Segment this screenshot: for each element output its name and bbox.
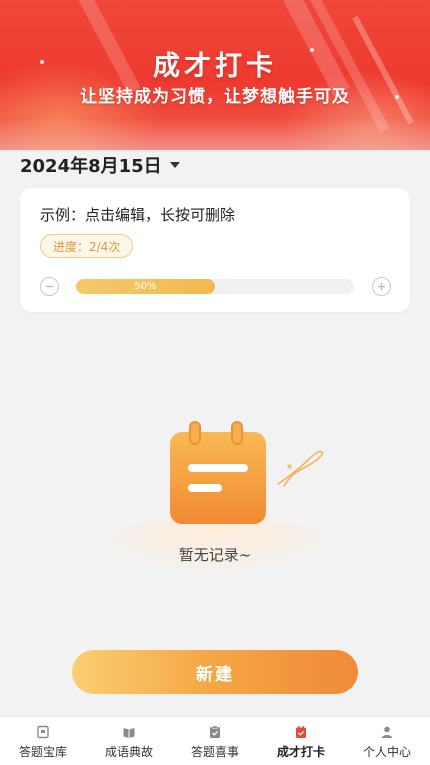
tab-quiz-joy[interactable]: 答题喜事 <box>172 717 258 765</box>
banner-subtitle: 让坚持成为习惯，让梦想触手可及 <box>80 87 350 107</box>
task-title: 示例：点击编辑，长按可删除 <box>40 206 236 224</box>
header-banner: 成才打卡 让坚持成为习惯，让梦想触手可及 <box>0 0 430 150</box>
progress-badge-label: 进度：2/4次 <box>53 239 121 254</box>
person-icon <box>381 726 393 738</box>
task-card[interactable]: 示例：点击编辑，长按可删除 进度：2/4次 50% <box>20 188 410 312</box>
progress-badge: 进度：2/4次 <box>40 234 134 258</box>
checkin-icon <box>296 726 306 738</box>
tab-label: 成才打卡 <box>276 745 325 759</box>
date-value: 2024年8月15日 <box>20 156 162 177</box>
tab-label: 答题喜事 <box>190 745 239 759</box>
tab-label: 成语典故 <box>104 745 153 759</box>
bottom-tab-bar: 答题宝库 成语典故 答题喜事 成才打卡 个人中心 <box>0 716 430 765</box>
banner-fade <box>0 118 430 150</box>
empty-state-text: 暂无记录~ <box>178 546 252 564</box>
minus-glyph <box>46 285 53 288</box>
tab-idiom-stories[interactable]: 成语典故 <box>86 717 172 765</box>
tab-profile[interactable]: 个人中心 <box>344 717 430 765</box>
minus-circle-icon[interactable] <box>40 277 59 296</box>
tab-label: 个人中心 <box>362 745 411 759</box>
book-icon <box>37 725 49 739</box>
plus-glyph <box>378 283 385 290</box>
tab-checkin[interactable]: 成才打卡 <box>258 717 344 765</box>
notepad-icon <box>170 421 323 524</box>
tab-answer-library[interactable]: 答题宝库 <box>0 717 86 765</box>
banner-title: 成才打卡 <box>153 51 277 82</box>
progress-bar: 50% <box>76 279 354 294</box>
plus-circle-icon[interactable] <box>372 277 391 296</box>
clipboard-icon <box>210 725 220 738</box>
progress-percent: 50% <box>134 281 157 292</box>
date-picker[interactable]: 2024年8月15日 <box>20 152 180 178</box>
new-button[interactable]: 新建 <box>72 650 358 694</box>
tab-label: 答题宝库 <box>18 745 67 759</box>
caret-down-icon <box>169 162 180 168</box>
open-book-icon <box>123 728 135 738</box>
